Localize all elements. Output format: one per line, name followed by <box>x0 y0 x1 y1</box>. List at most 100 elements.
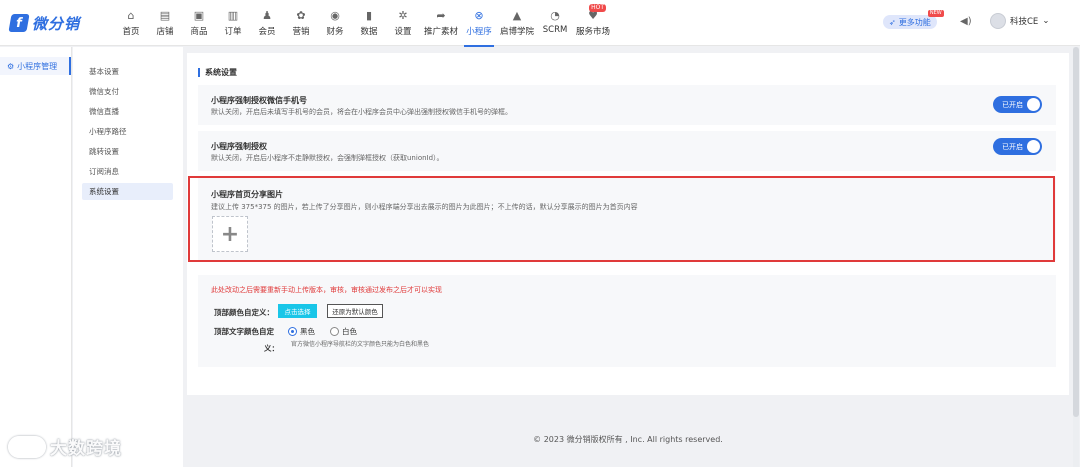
subnav-item[interactable]: 基本设置 <box>82 63 173 80</box>
setting-desc: 默认关闭，开启后小程序不走静默授权，会强制弹框授权（获取unionId）。 <box>211 154 444 162</box>
sidebar-item-miniprogram-management[interactable]: ⚙ 小程序管理 <box>0 57 71 75</box>
top-bar: f 微分销 ⌂ 首页 ▤ 店铺 ▣ 商品 ▥ 订单 ♟ 会员 ✿ 营销 ◉ 财务 ▮ 数据 ✲ 设置 ➦ 推广素材 ⊗ 小… <box>0 0 1080 47</box>
nav-item[interactable]: ✿ 营销 <box>286 4 316 46</box>
sidebar-item-label: 小程序管理 <box>17 61 58 71</box>
watermark: 大数跨境 <box>8 434 122 459</box>
footer-copyright: © 2023 微分销版权所有 , Inc. All rights reserve… <box>533 435 723 444</box>
logo[interactable]: f 微分销 <box>8 10 81 36</box>
main-nav: ⌂ 首页 ▤ 店铺 ▣ 商品 ▥ 订单 ♟ 会员 ✿ 营销 ◉ 财务 ▮ 数据 ✲ 设置 ➦ 推广素材 ⊗ 小程序 ▲ 启博学… <box>116 4 616 47</box>
nav-item-label: 小程序 <box>466 27 492 37</box>
pick-color-button[interactable]: 点击选择 <box>278 304 317 318</box>
nav-item[interactable]: ▤ 店铺 <box>150 4 180 46</box>
nav-item[interactable]: ➦ 推广素材 <box>422 4 460 46</box>
subnav-item[interactable]: 微信支付 <box>82 83 173 100</box>
nav-item-label: 推广素材 <box>424 27 459 37</box>
nav-item-label: 启博学院 <box>500 27 535 37</box>
order-icon: ▥ <box>227 8 239 22</box>
nav-item[interactable]: ▲ 启博学院 <box>498 4 536 46</box>
chevron-down-icon: ⌄ <box>1042 16 1050 26</box>
nav-item-label: 设置 <box>394 27 412 37</box>
text-color-label: 顶部文字颜色自定 <box>214 327 274 336</box>
nav-item-label: 订单 <box>224 27 242 37</box>
subnav-item-system-settings[interactable]: 系统设置 <box>82 183 173 200</box>
setting-title: 小程序强制授权 <box>211 142 267 151</box>
radio-black[interactable]: 黑色 <box>288 326 315 337</box>
nav-item[interactable]: ▣ 商品 <box>184 4 214 46</box>
warning-text: 此处改动之后需要重新手动上传版本，审核，审核通过发布之后才可以实现 <box>211 286 442 294</box>
toggle-knob <box>1027 98 1040 111</box>
marketing-icon: ✿ <box>296 8 306 22</box>
radio-label: 黑色 <box>300 327 315 336</box>
rocket-icon: ➶ <box>889 17 896 27</box>
nav-item-label: 商品 <box>190 27 208 37</box>
member-icon: ♟ <box>262 8 272 22</box>
user-menu[interactable]: 科技CE ⌄ <box>990 13 1049 29</box>
nav-item[interactable]: ✲ 设置 <box>388 4 418 46</box>
subnav-item[interactable]: 小程序路径 <box>82 123 173 140</box>
nav-item[interactable]: ◔ SCRM <box>540 4 570 46</box>
logo-icon: f <box>8 14 30 32</box>
nav-item-label: 会员 <box>258 27 276 37</box>
subnav-item[interactable]: 订阅消息 <box>82 163 173 180</box>
nav-item[interactable]: ♟ 会员 <box>252 4 282 46</box>
nav-item-label: 首页 <box>122 27 140 37</box>
gear-icon: ⚙ <box>7 61 15 71</box>
color-hint: 官方微信小程序导航栏的文字颜色只能为白色和黑色 <box>291 341 430 348</box>
home-icon: ⌂ <box>127 8 135 22</box>
finance-icon: ◉ <box>330 8 340 22</box>
top-color-label: 顶部颜色自定义： <box>214 308 274 317</box>
secondary-sidebar: 基本设置 微信支付 微信直播 小程序路径 跳转设置 订阅消息 系统设置 <box>73 47 183 467</box>
new-badge: NEW <box>927 10 944 17</box>
academy-icon: ▲ <box>512 8 522 22</box>
nav-item-label: 营销 <box>292 27 310 37</box>
subnav-item[interactable]: 微信直播 <box>82 103 173 120</box>
nav-item[interactable]: ⌂ 首页 <box>116 4 146 46</box>
nav-item[interactable]: ▥ 订单 <box>218 4 248 46</box>
toggle-knob <box>1027 140 1040 153</box>
scrollbar[interactable] <box>1073 47 1079 467</box>
subnav-item[interactable]: 跳转设置 <box>82 143 173 160</box>
nav-item[interactable]: ▮ 数据 <box>354 4 384 46</box>
more-features-button[interactable]: ➶ 更多功能 NEW <box>883 10 944 29</box>
more-features-label: 更多功能 <box>898 17 931 27</box>
force-auth-toggle[interactable]: 已开启 <box>993 138 1042 155</box>
nav-item[interactable]: ⊗ 小程序 <box>464 4 495 47</box>
nav-item[interactable]: ♥ 服务市场 HOT <box>574 4 612 46</box>
nav-item-label: 财务 <box>326 27 344 37</box>
text-color-label-cont: 义： <box>264 344 279 353</box>
hot-badge: HOT <box>589 4 607 12</box>
watermark-text: 大数跨境 <box>50 439 122 459</box>
nav-item-label: 店铺 <box>156 27 174 37</box>
reset-color-button[interactable]: 还原为默认颜色 <box>327 304 383 318</box>
radio-label: 白色 <box>342 327 357 336</box>
data-icon: ▮ <box>365 8 373 22</box>
primary-sidebar: ⚙ 小程序管理 <box>0 47 72 467</box>
speaker-icon[interactable]: ◀) <box>960 16 972 28</box>
logo-text: 微分销 <box>32 14 81 33</box>
setting-card-force-auth: 小程序强制授权 默认关闭，开启后小程序不走静默授权，会强制弹框授权（获取unio… <box>198 131 1056 171</box>
toggle-label: 已开启 <box>1002 142 1023 151</box>
nav-item-label: 服务市场 <box>576 27 611 37</box>
toggle-label: 已开启 <box>1002 100 1023 109</box>
phone-auth-toggle[interactable]: 已开启 <box>993 96 1042 113</box>
setting-title: 小程序强制授权微信手机号 <box>211 96 307 105</box>
username: 科技CE <box>1010 17 1039 27</box>
setting-desc: 默认关闭，开启后未填写手机号的会员，将会在小程序会员中心弹出强制授权微信手机号的… <box>211 108 512 116</box>
radio-dot-selected <box>288 327 297 336</box>
nav-item[interactable]: ◉ 财务 <box>320 4 350 46</box>
avatar <box>990 13 1006 29</box>
color-settings-card: 此处改动之后需要重新手动上传版本，审核，审核通过发布之后才可以实现 顶部颜色自定… <box>198 275 1056 367</box>
radio-dot <box>330 327 339 336</box>
nav-item-label: SCRM <box>542 25 568 35</box>
scrollbar-thumb[interactable] <box>1073 47 1079 417</box>
watermark-logo-icon <box>8 435 46 458</box>
scrm-icon: ◔ <box>550 8 560 22</box>
setting-card-phone-auth: 小程序强制授权微信手机号 默认关闭，开启后未填写手机号的会员，将会在小程序会员中… <box>198 85 1056 125</box>
goods-icon: ▣ <box>193 8 205 22</box>
store-icon: ▤ <box>159 8 171 22</box>
miniprogram-icon: ⊗ <box>474 8 484 22</box>
nav-item-label: 数据 <box>360 27 378 37</box>
radio-white[interactable]: 白色 <box>330 326 357 337</box>
settings-icon: ✲ <box>398 8 408 22</box>
highlight-frame <box>188 176 1055 262</box>
